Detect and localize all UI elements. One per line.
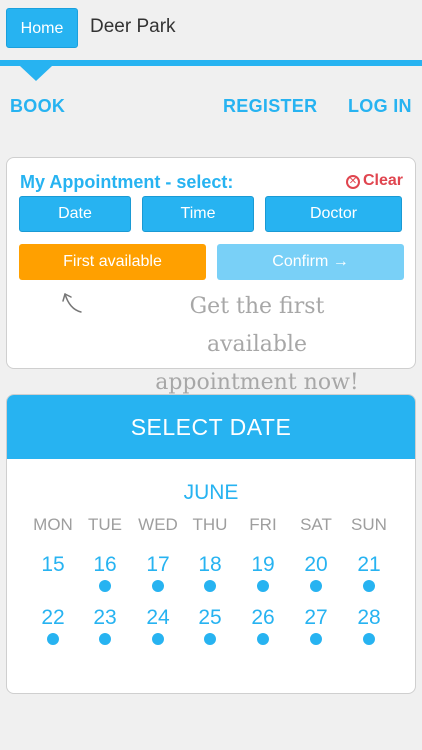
nav-book[interactable]: BOOK: [10, 96, 65, 117]
hint-line: Get the first available: [189, 294, 325, 357]
weekday-label: MON: [33, 515, 73, 534]
weekday-label: SAT: [300, 515, 332, 534]
calendar-day[interactable]: 27: [290, 606, 342, 630]
calendar-day[interactable]: 16: [79, 553, 131, 577]
home-button[interactable]: Home: [6, 8, 78, 48]
confirm-button[interactable]: Confirm →: [217, 244, 404, 280]
calendar-day[interactable]: 24: [132, 606, 184, 630]
calendar-day[interactable]: 21: [343, 553, 395, 577]
curved-arrow-icon: [62, 293, 82, 313]
select-date-header: SELECT DATE: [7, 395, 415, 459]
calendar-day[interactable]: 23: [79, 606, 131, 630]
month-label: JUNE: [183, 481, 239, 504]
calendar-day[interactable]: 26: [237, 606, 289, 630]
active-nav-indicator: [20, 66, 52, 81]
select-time-button[interactable]: Time: [142, 196, 254, 232]
calendar-day[interactable]: 19: [237, 553, 289, 577]
availability-dot: [47, 633, 59, 645]
availability-dot: [310, 580, 322, 592]
availability-dot: [257, 580, 269, 592]
availability-dot: [310, 633, 322, 645]
first-available-hint: Get the first available appointment now!: [137, 288, 377, 402]
select-doctor-button[interactable]: Doctor: [265, 196, 402, 232]
calendar-day[interactable]: 20: [290, 553, 342, 577]
clear-button[interactable]: ✕ Clear: [345, 172, 403, 190]
weekday-label: TUE: [88, 515, 122, 534]
availability-dot: [363, 580, 375, 592]
availability-dot: [204, 580, 216, 592]
weekday-label: FRI: [249, 515, 277, 534]
availability-dot: [363, 633, 375, 645]
availability-dot: [152, 633, 164, 645]
calendar-day[interactable]: 25: [184, 606, 236, 630]
availability-dot: [257, 633, 269, 645]
availability-dot: [204, 633, 216, 645]
calendar-day[interactable]: 22: [27, 606, 79, 630]
appointment-card: My Appointment - select: ✕ Clear Date Tim…: [6, 157, 416, 395]
availability-dot: [99, 580, 111, 592]
clear-label: Clear: [362, 172, 403, 189]
header-divider: [0, 60, 422, 66]
weekday-label: THU: [192, 515, 228, 534]
calendar-card: SELECT DATE JUNE MON TUE WED THU FRI SAT…: [6, 394, 416, 694]
weekday-label: WED: [138, 515, 178, 534]
appointment-title: My Appointment - select:: [20, 172, 234, 192]
weekday-label: SUN: [351, 515, 387, 534]
calendar-day[interactable]: 17: [132, 553, 184, 577]
select-date-button[interactable]: Date: [19, 196, 131, 232]
calendar-day[interactable]: 18: [184, 553, 236, 577]
calendar-day[interactable]: 15: [27, 553, 79, 577]
top-bar: Home Deer Park: [0, 0, 422, 60]
close-circle-icon: ✕: [345, 175, 360, 189]
page-title: Deer Park: [90, 16, 176, 37]
first-available-button[interactable]: First available: [19, 244, 206, 280]
nav-login[interactable]: LOG IN: [348, 96, 412, 117]
availability-dot: [99, 633, 111, 645]
availability-dot: [152, 580, 164, 592]
calendar-day[interactable]: 28: [343, 606, 395, 630]
nav-register[interactable]: REGISTER: [223, 96, 317, 117]
